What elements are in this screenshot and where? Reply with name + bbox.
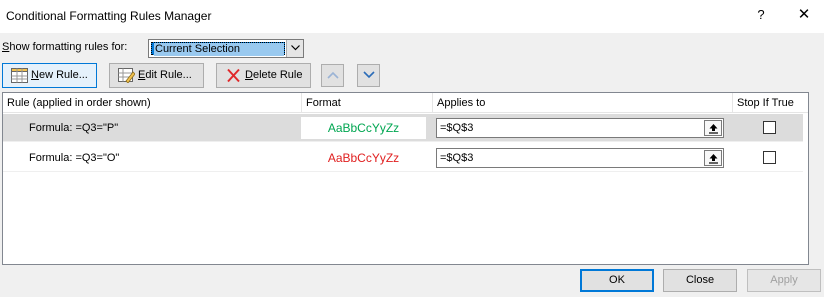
range-select-button[interactable]: [704, 120, 722, 136]
grid-header: Rule (applied in order shown) Format App…: [3, 93, 808, 113]
stop-if-true-checkbox[interactable]: [763, 151, 776, 164]
applies-to-value: =$Q$3: [440, 122, 474, 134]
help-button[interactable]: ?: [752, 5, 770, 25]
show-rules-label: Show formatting rules for:: [2, 41, 128, 53]
ok-button[interactable]: OK: [580, 269, 654, 292]
new-rule-button[interactable]: New Rule...: [2, 63, 97, 88]
column-header-stop-if-true: Stop If True: [737, 97, 794, 109]
delete-icon: [227, 68, 240, 83]
new-rule-label: New Rule...: [31, 69, 88, 81]
rule-description: Formula: =Q3="O": [29, 152, 120, 164]
applies-to-field[interactable]: =$Q$3: [436, 148, 724, 168]
column-header-format: Format: [302, 93, 433, 113]
delete-rule-label: Delete Rule: [245, 69, 303, 81]
window-title: Conditional Formatting Rules Manager: [6, 9, 212, 23]
new-rule-icon: [11, 68, 28, 83]
column-header-applies-to: Applies to: [433, 93, 733, 113]
format-preview: AaBbCcYyZz: [301, 117, 426, 139]
column-header-rule: Rule (applied in order shown): [3, 93, 302, 113]
delete-rule-button[interactable]: Delete Rule: [216, 63, 311, 88]
close-window-button[interactable]: ✕: [794, 5, 814, 25]
stop-if-true-checkbox[interactable]: [763, 121, 776, 134]
title-bar: Conditional Formatting Rules Manager ? ✕: [0, 0, 824, 33]
chevron-down-icon: [363, 71, 375, 79]
range-select-button[interactable]: [704, 150, 722, 166]
close-button[interactable]: Close: [663, 269, 737, 292]
chevron-up-icon: [327, 71, 339, 79]
apply-button[interactable]: Apply: [747, 269, 821, 292]
applies-to-field[interactable]: =$Q$3: [436, 118, 724, 138]
rule-row[interactable]: Formula: =Q3="P" AaBbCcYyZz =$Q$3: [3, 114, 803, 142]
show-rules-dropdown[interactable]: Current Selection: [148, 39, 304, 58]
move-down-button[interactable]: [357, 64, 380, 87]
dropdown-selected: Current Selection: [151, 42, 285, 56]
rule-description: Formula: =Q3="P": [29, 122, 119, 134]
format-preview: AaBbCcYyZz: [301, 147, 426, 169]
rule-row[interactable]: Formula: =Q3="O" AaBbCcYyZz =$Q$3: [3, 144, 803, 172]
chevron-down-icon[interactable]: [286, 40, 303, 57]
rules-grid: Rule (applied in order shown) Format App…: [2, 92, 809, 265]
edit-rule-label: Edit Rule...: [138, 69, 192, 81]
edit-rule-button[interactable]: Edit Rule...: [109, 63, 204, 88]
applies-to-value: =$Q$3: [440, 152, 474, 164]
collapse-dialog-icon: [709, 154, 718, 164]
collapse-dialog-icon: [709, 124, 718, 134]
edit-rule-icon: [118, 68, 135, 83]
move-up-button[interactable]: [321, 64, 344, 87]
